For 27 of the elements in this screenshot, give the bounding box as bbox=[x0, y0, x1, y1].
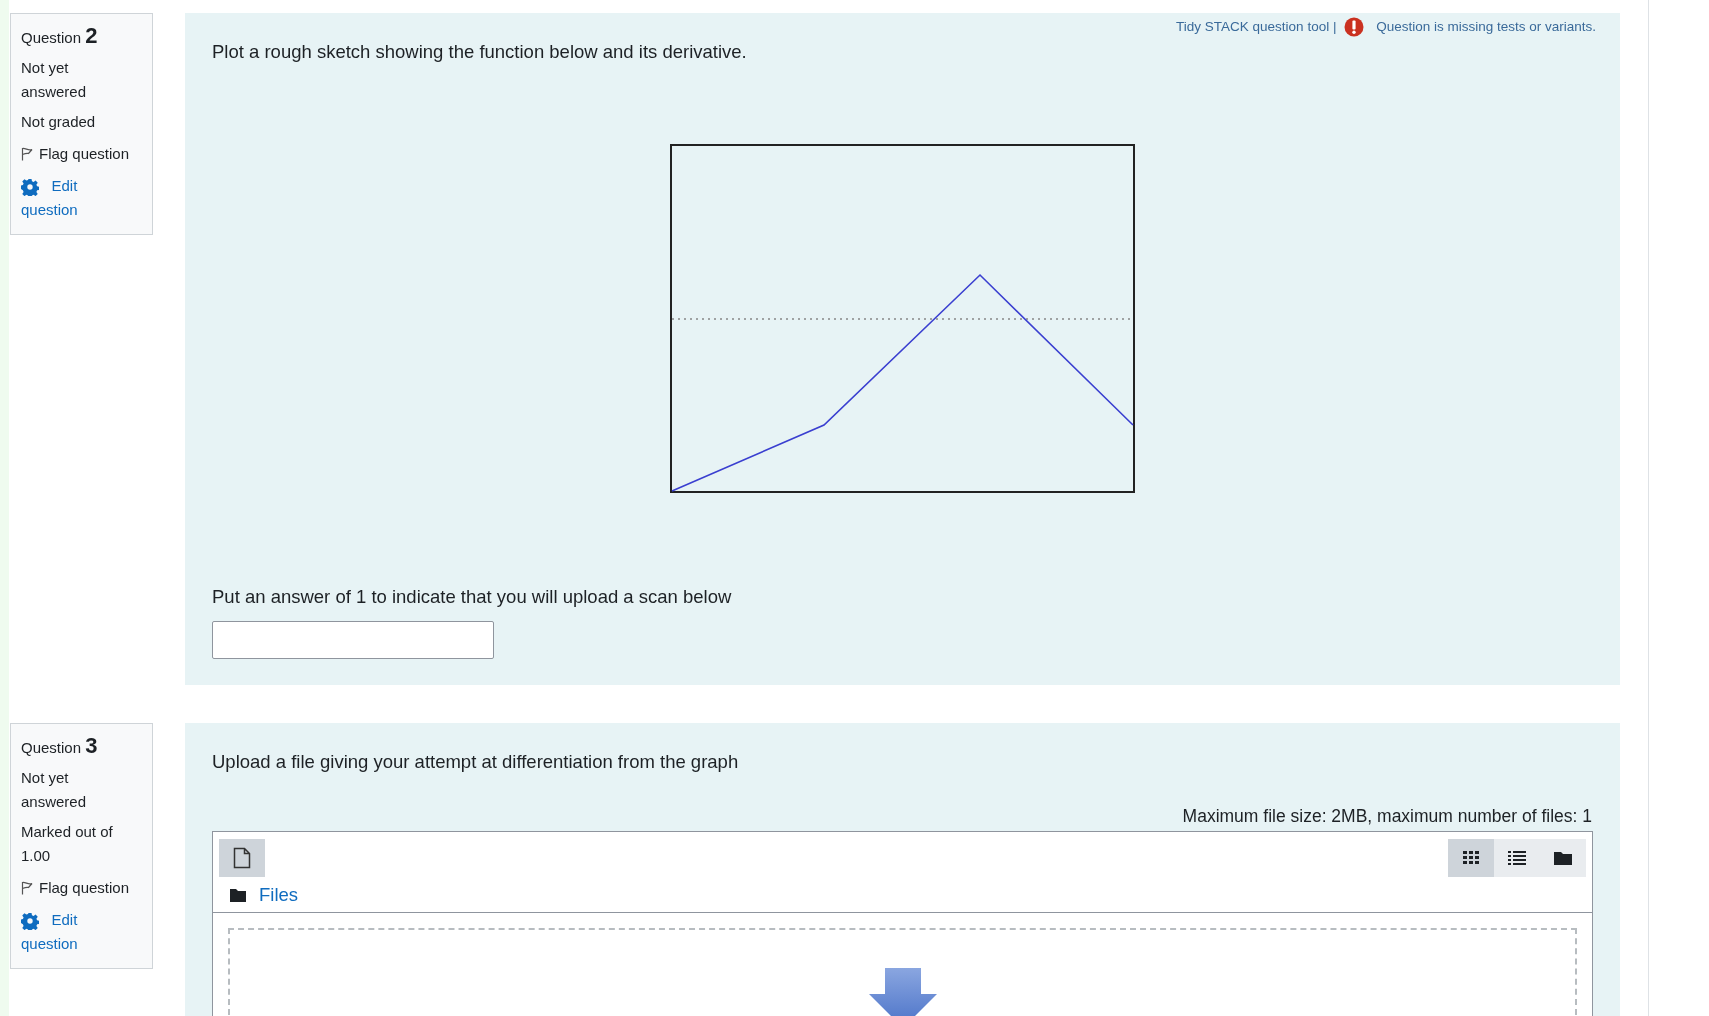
question-number: Question 3 bbox=[21, 734, 99, 760]
folder-view-icon[interactable] bbox=[1540, 839, 1586, 877]
question-number: Question 2 bbox=[21, 24, 99, 50]
answer-prompt: Put an answer of 1 to indicate that you will upload a scan below bbox=[212, 585, 733, 609]
answer-field[interactable] bbox=[212, 621, 494, 659]
flag-question-link[interactable]: Flag question bbox=[21, 142, 142, 166]
list-view-icon[interactable] bbox=[1494, 839, 1540, 877]
tidy-tool-link[interactable]: Tidy STACK question tool | bbox=[1176, 15, 1337, 39]
question-text: Plot a rough sketch showing the function below and its derivative. bbox=[212, 40, 748, 64]
status-text: Not yet answered bbox=[21, 768, 88, 812]
down-arrow-icon bbox=[868, 968, 937, 1016]
gear-icon bbox=[21, 912, 39, 931]
add-file-button[interactable] bbox=[219, 839, 265, 877]
grade-text: Not graded bbox=[21, 112, 97, 132]
error-icon bbox=[1344, 17, 1365, 37]
flag-question-link[interactable]: Flag question bbox=[21, 876, 142, 900]
file-limits-text: Maximum file size: 2MB, maximum number of files: 1 bbox=[1181, 805, 1592, 828]
edit-question-link[interactable]: Edit question bbox=[21, 174, 121, 222]
gear-icon bbox=[21, 178, 39, 197]
question-text: Upload a file giving your attempt at differentiation from the graph bbox=[212, 750, 740, 774]
folder-icon bbox=[230, 888, 246, 902]
grade-text: Marked out of 1.00 bbox=[21, 822, 114, 866]
files-link[interactable]: Files bbox=[259, 883, 299, 907]
edit-question-link[interactable]: Edit question bbox=[21, 908, 121, 956]
status-text: Not yet answered bbox=[21, 58, 88, 102]
file-icon bbox=[233, 847, 251, 869]
warning-link[interactable]: Question is missing tests or variants. bbox=[1372, 15, 1596, 39]
